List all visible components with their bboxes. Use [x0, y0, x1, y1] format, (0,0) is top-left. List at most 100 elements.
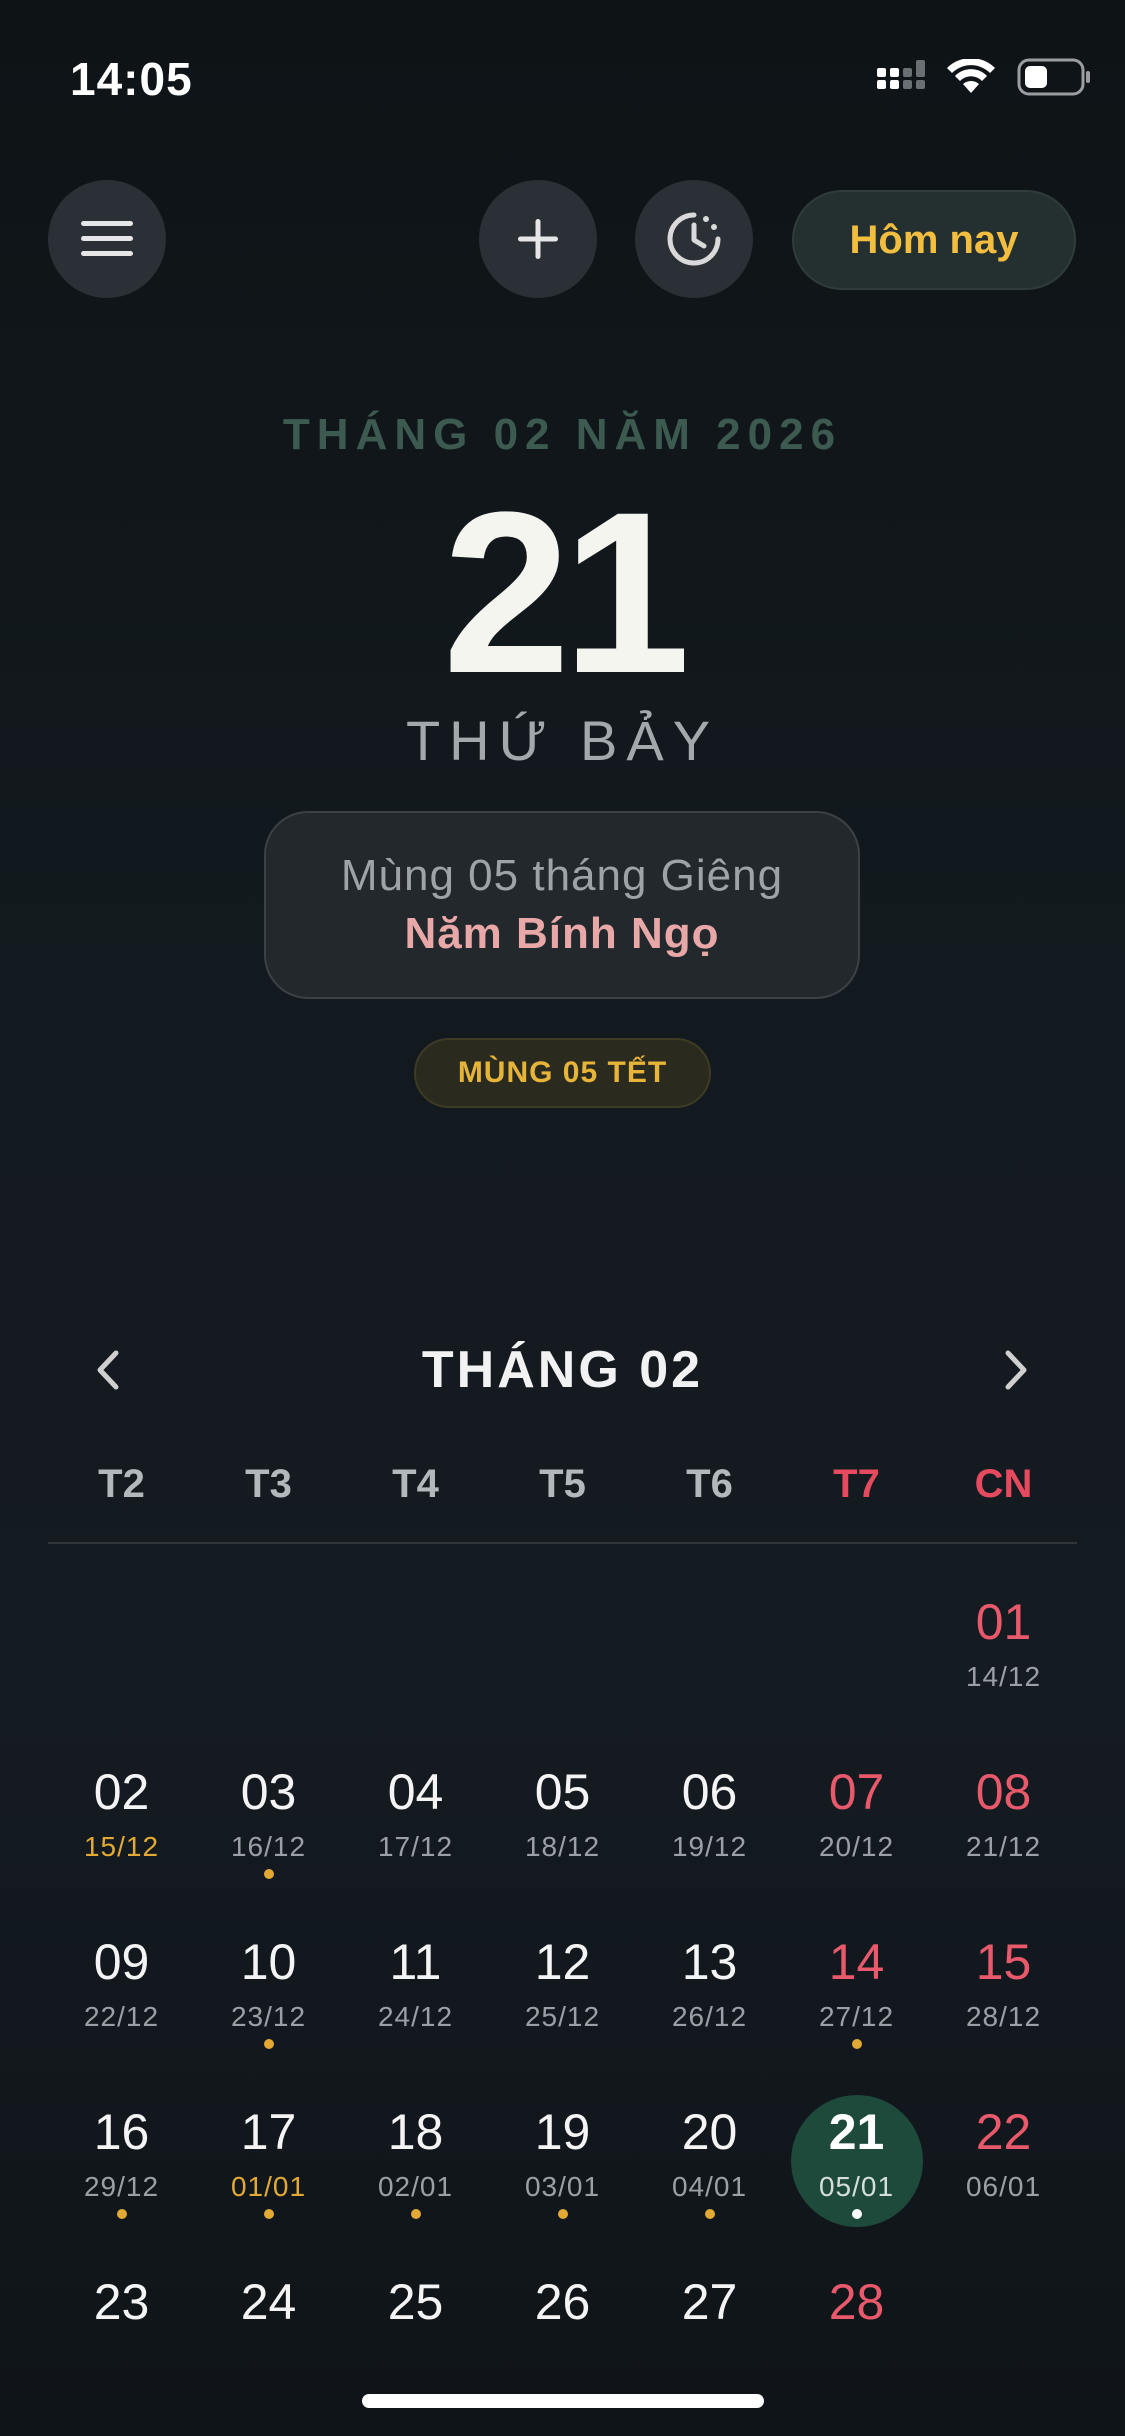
event-dot [557, 2209, 568, 2219]
event-dot [116, 2209, 127, 2219]
empty-day-cell [783, 1575, 930, 1745]
lunar-day-label: 21/12 [965, 1831, 1042, 1862]
day-cell[interactable]: 18 02/01 [342, 2085, 489, 2255]
lunar-day-label: 23/12 [230, 2001, 307, 2032]
weekday-header-row: T2 T3 T4 T5 T6 T7 CN [48, 1462, 1077, 1522]
day-number: 21 [828, 2104, 885, 2160]
empty-day-cell [342, 1575, 489, 1745]
wifi-icon [947, 59, 995, 93]
day-cell[interactable]: 05 18/12 [489, 1745, 636, 1915]
day-number: 14 [828, 1934, 885, 1990]
day-number: 17 [240, 2104, 297, 2160]
day-number: 18 [387, 2104, 444, 2160]
menu-button[interactable] [48, 180, 166, 298]
add-event-button[interactable] [479, 180, 597, 298]
day-number: 12 [534, 1934, 591, 1990]
calendar-month-title: THÁNG 02 [421, 1341, 704, 1399]
day-number: 08 [975, 1764, 1032, 1820]
lunar-day-label: 17/12 [377, 1831, 454, 1862]
lunar-year: Năm Bính Ngọ [404, 909, 720, 958]
weekday-header: T4 [392, 1462, 439, 1506]
day-cell[interactable]: 01 14/12 [930, 1575, 1077, 1745]
chevron-right-icon [1005, 1350, 1027, 1390]
hamburger-menu-icon [81, 221, 133, 256]
day-number: 13 [681, 1934, 738, 1990]
event-dot [851, 2209, 862, 2219]
day-cell-selected[interactable]: 21 05/01 [783, 2085, 930, 2255]
event-dot [263, 2039, 274, 2049]
lunar-day-label: 27/12 [818, 2001, 895, 2032]
day-cell[interactable]: 23 [48, 2255, 195, 2425]
day-cell[interactable]: 24 [195, 2255, 342, 2425]
weekday-header: T3 [245, 1462, 292, 1506]
lunar-day-label: 16/12 [230, 1831, 307, 1862]
plus-icon [518, 219, 558, 259]
day-cell[interactable]: 09 22/12 [48, 1915, 195, 2085]
lunar-day-label: 25/12 [524, 2001, 601, 2032]
day-number: 10 [240, 1934, 297, 1990]
day-cell[interactable]: 15 28/12 [930, 1915, 1077, 2085]
day-number: 26 [534, 2274, 591, 2330]
clock-moon-icon [667, 212, 721, 266]
lunar-day-label: 18/12 [524, 1831, 601, 1862]
event-dot [410, 2209, 421, 2219]
day-number: 05 [534, 1764, 591, 1820]
cellular-signal-icon [877, 60, 925, 89]
lunar-day-label: 22/12 [83, 2001, 160, 2032]
status-icons [877, 58, 1091, 96]
day-cell[interactable]: 19 03/01 [489, 2085, 636, 2255]
day-cell[interactable]: 20 04/01 [636, 2085, 783, 2255]
weekday-header: T2 [98, 1462, 145, 1506]
time-mode-button[interactable] [635, 180, 753, 298]
day-number: 02 [93, 1764, 150, 1820]
lunar-date-card[interactable]: Mùng 05 tháng Giêng Năm Bính Ngọ [264, 811, 860, 999]
day-number: 09 [93, 1934, 150, 1990]
today-button[interactable]: Hôm nay [792, 190, 1076, 290]
day-cell[interactable]: 28 [783, 2255, 930, 2425]
weekday-header: T6 [686, 1462, 733, 1506]
event-dot [851, 2039, 862, 2049]
day-number: 25 [387, 2274, 444, 2330]
day-number: 23 [93, 2274, 150, 2330]
lunar-day-label: 02/01 [377, 2171, 454, 2202]
lunar-day-label: 06/01 [965, 2171, 1042, 2202]
empty-day-cell [636, 1575, 783, 1745]
day-cell[interactable]: 07 20/12 [783, 1745, 930, 1915]
day-cell[interactable]: 16 29/12 [48, 2085, 195, 2255]
day-number: 27 [681, 2274, 738, 2330]
status-time: 14:05 [70, 53, 193, 105]
day-number: 07 [828, 1764, 885, 1820]
home-indicator[interactable] [362, 2394, 764, 2408]
day-cell[interactable]: 22 06/01 [930, 2085, 1077, 2255]
lunar-day-label: 24/12 [377, 2001, 454, 2032]
day-cell[interactable]: 06 19/12 [636, 1745, 783, 1915]
lunar-day-label: 05/01 [818, 2171, 895, 2202]
day-cell[interactable]: 14 27/12 [783, 1915, 930, 2085]
day-cell[interactable]: 13 26/12 [636, 1915, 783, 2085]
day-number: 24 [240, 2274, 297, 2330]
event-dot [704, 2209, 715, 2219]
day-cell[interactable]: 10 23/12 [195, 1915, 342, 2085]
lunar-day-label: 29/12 [83, 2171, 160, 2202]
event-badge[interactable]: MÙNG 05 TẾT [414, 1038, 711, 1108]
lunar-day-label: 01/01 [230, 2171, 307, 2202]
day-number: 22 [975, 2104, 1032, 2160]
battery-icon [1017, 58, 1090, 96]
day-number: 06 [681, 1764, 738, 1820]
day-cell[interactable]: 03 16/12 [195, 1745, 342, 1915]
day-cell[interactable]: 08 21/12 [930, 1745, 1077, 1915]
weekday-header: T5 [539, 1462, 586, 1506]
lunar-day-label: 15/12 [83, 1831, 160, 1862]
day-cell[interactable]: 02 15/12 [48, 1745, 195, 1915]
day-cell[interactable]: 17 01/01 [195, 2085, 342, 2255]
lunar-day-label: 26/12 [671, 2001, 748, 2032]
day-cell[interactable]: 12 25/12 [489, 1915, 636, 2085]
empty-day-cell [489, 1575, 636, 1745]
month-year-label: THÁNG 02 NĂM 2026 [282, 410, 843, 459]
day-cell[interactable]: 04 17/12 [342, 1745, 489, 1915]
day-cell[interactable]: 11 24/12 [342, 1915, 489, 2085]
header-divider [48, 1542, 1077, 1544]
next-month-button[interactable] [982, 1340, 1052, 1400]
empty-day-cell [930, 2255, 1077, 2425]
weekday-header-sunday: CN [974, 1462, 1033, 1506]
